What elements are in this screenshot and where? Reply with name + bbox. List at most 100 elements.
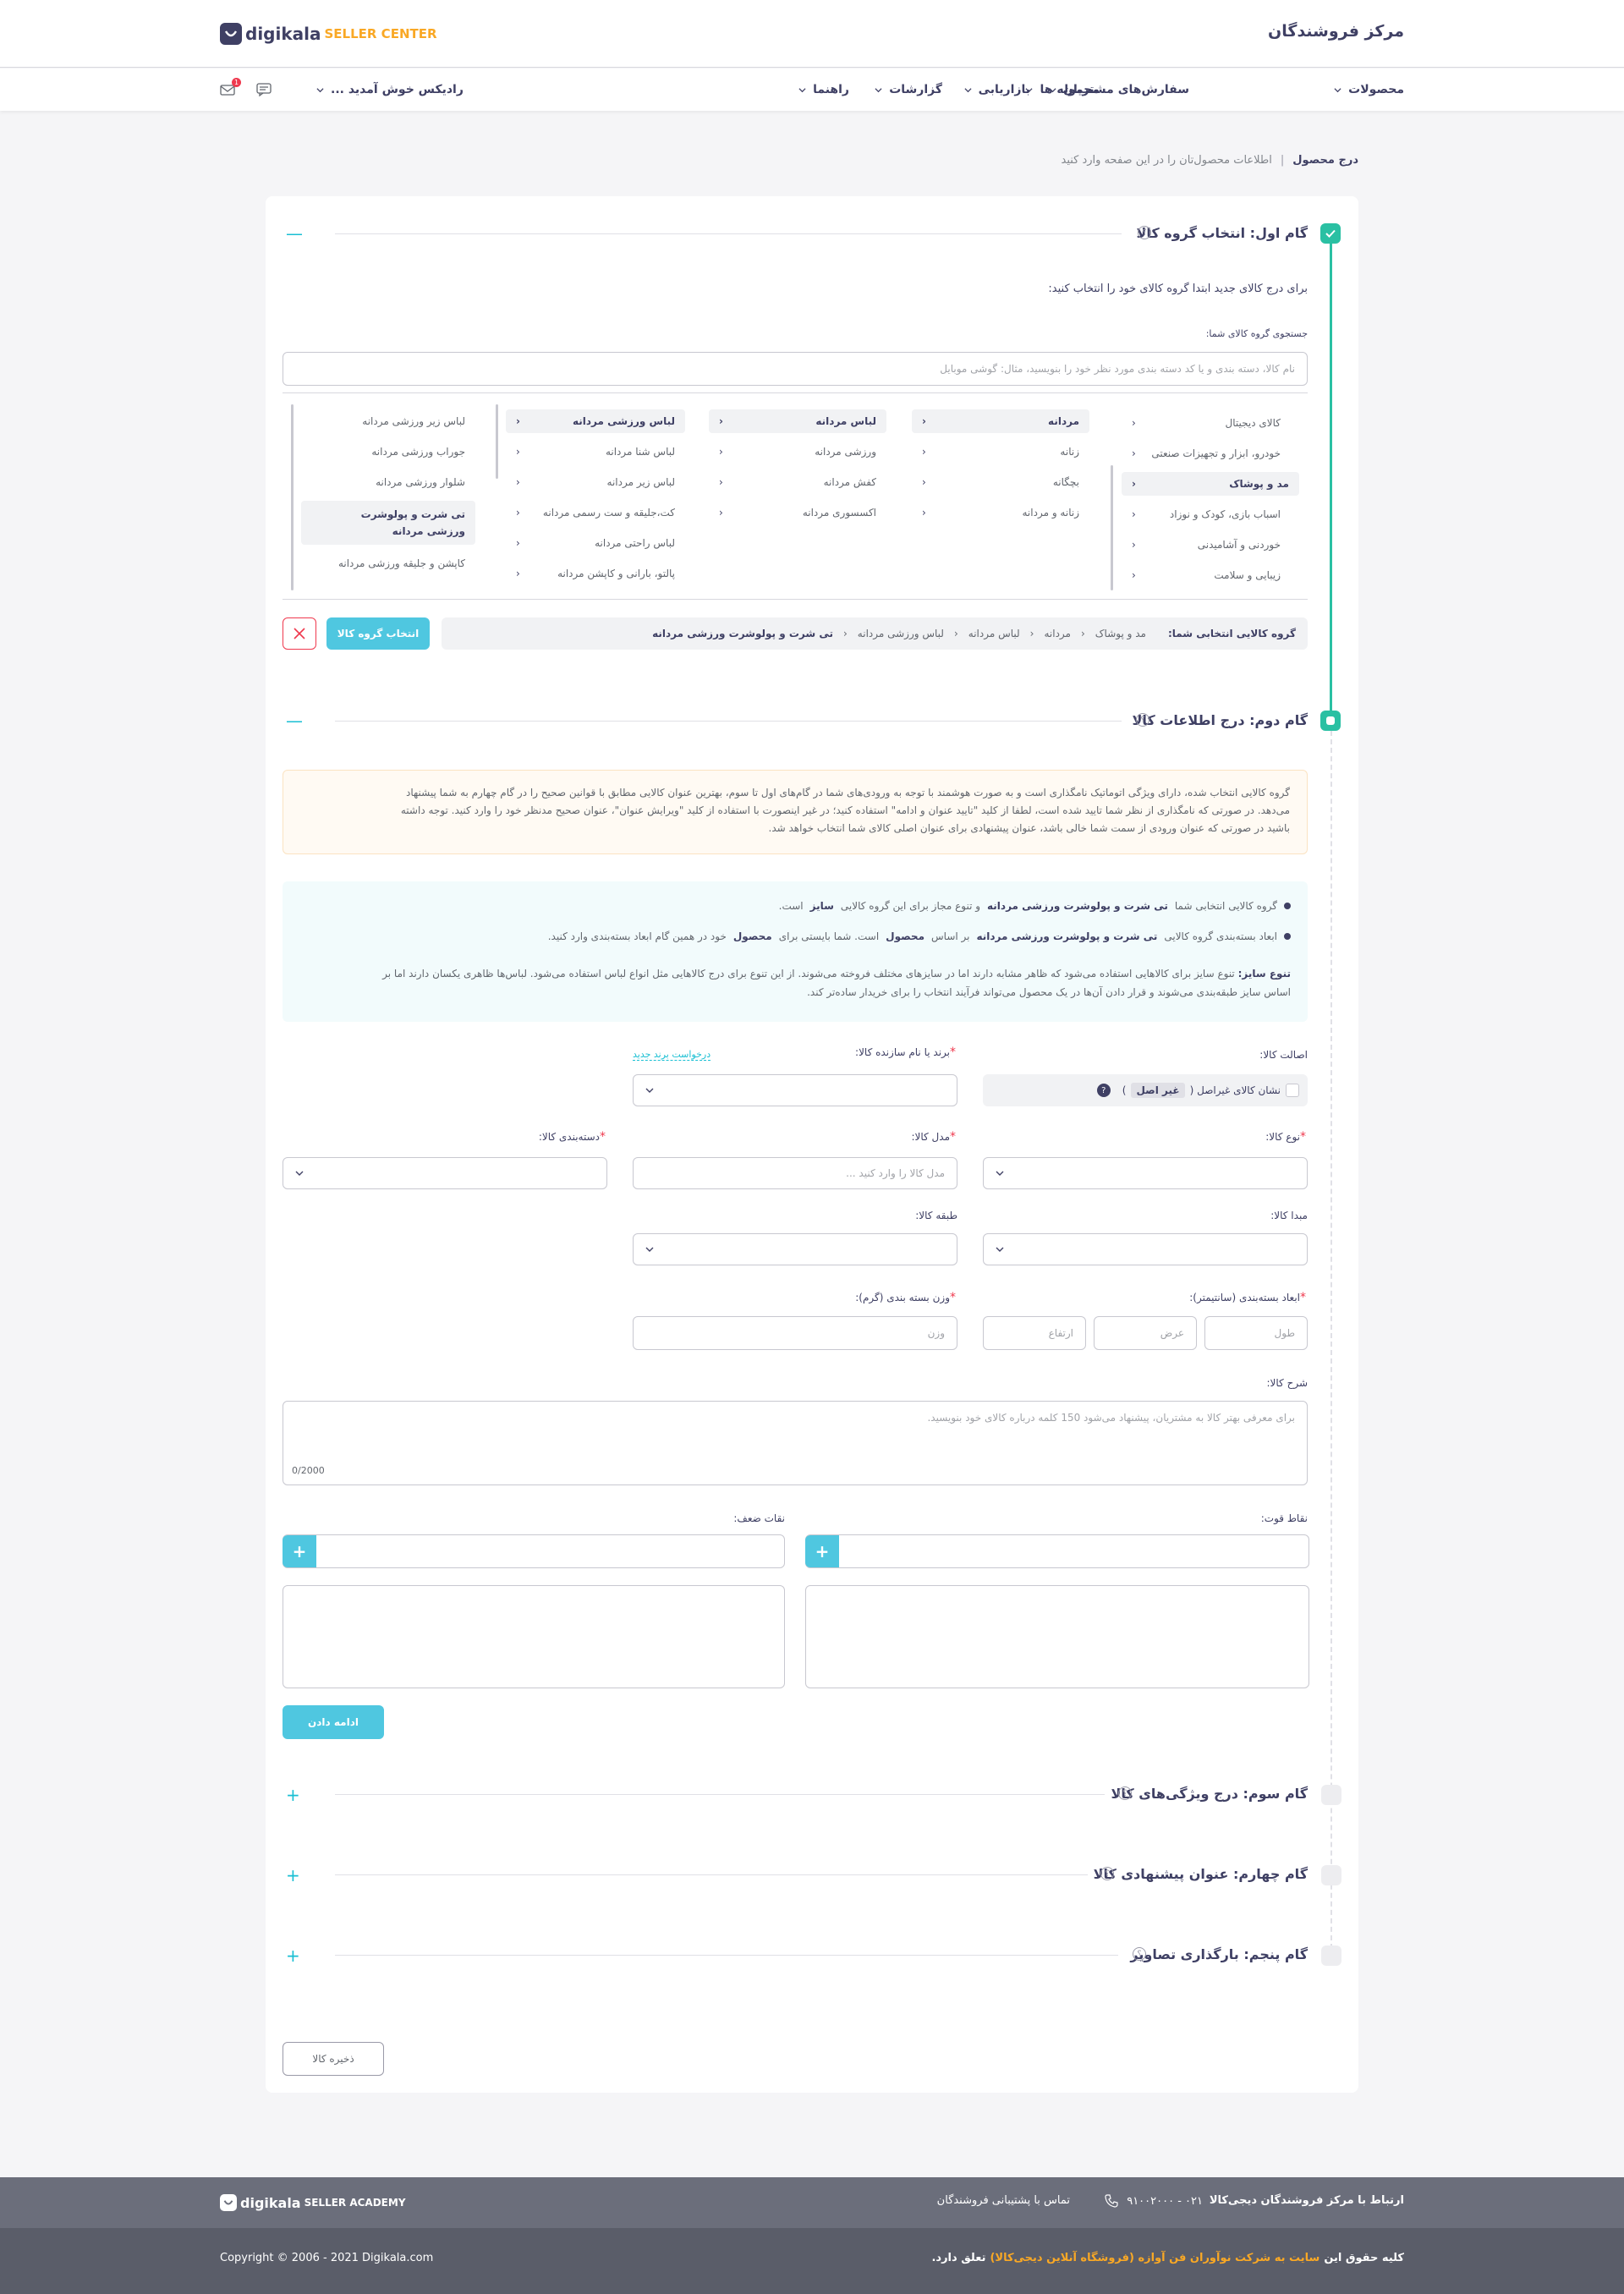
- category-option[interactable]: لباس شنا مردانه ‹: [506, 440, 685, 464]
- category-option-label: زیبایی و سلامت: [1214, 569, 1281, 581]
- description-textarea[interactable]: برای معرفی بهتر کالا به مشتریان، پیشنهاد…: [283, 1401, 1308, 1485]
- footer-support-link[interactable]: تماس با پشتیبانی فروشندگان: [937, 2194, 1070, 2207]
- category-option[interactable]: لباس زیر مردانه ‹: [506, 470, 685, 494]
- nav-item-reports[interactable]: گزارشات: [875, 69, 942, 111]
- category-option[interactable]: خودرو، ابزار و تجهیزات صنعتی ‹: [1122, 442, 1291, 465]
- welcome-menu[interactable]: رادیکس خوش آمدید ...: [316, 69, 464, 111]
- seller-center-logo[interactable]: digikala SELLER CENTER: [220, 22, 437, 46]
- fake-product-toggle[interactable]: نشان کالای غیراصل ( غیر اصل ) ?: [983, 1074, 1308, 1106]
- category-option[interactable]: زنانه و مردانه ‹: [912, 501, 1089, 524]
- category-option-selected[interactable]: تی شرت و پولوشرت ورزشی مردانه: [301, 501, 475, 545]
- category-option[interactable]: لباس راحتی مردانه ‹: [506, 531, 685, 555]
- step2-collapse-button[interactable]: —: [286, 712, 303, 729]
- category-column-4-scrollbar[interactable]: [496, 404, 498, 479]
- chevron-left-icon: ‹: [719, 415, 723, 427]
- category-option[interactable]: شلوار ورزشی مردانه: [301, 470, 475, 494]
- category-option[interactable]: جوراب ورزشی مردانه: [301, 440, 475, 464]
- class-select[interactable]: [633, 1233, 957, 1265]
- nav-item-products[interactable]: محصولات: [1334, 69, 1404, 111]
- category-option-selected[interactable]: مردانه ‹: [912, 409, 1089, 433]
- step3-expand-button[interactable]: +: [286, 1786, 300, 1803]
- dimensions-label: *ابعاد بسته‌بندی (سانتیمتر):: [1189, 1291, 1308, 1304]
- weight-label: *وزن بسته بندی (گرم):: [855, 1291, 957, 1304]
- step1-help-icon[interactable]: ؟: [1138, 226, 1151, 239]
- category-option[interactable]: بچگانه ‹: [912, 470, 1089, 494]
- add-strength-button[interactable]: +: [805, 1535, 839, 1567]
- seller-academy-logo[interactable]: digikala SELLER ACADEMY: [220, 2192, 406, 2213]
- save-product-button[interactable]: ذخیره کالا: [283, 2042, 384, 2076]
- fake-product-help-icon[interactable]: ?: [1096, 1084, 1111, 1097]
- clear-category-button[interactable]: [283, 617, 316, 650]
- origin-select[interactable]: [983, 1233, 1308, 1265]
- category-search-placeholder: نام کالا، دسته بندی و یا کد دسته بندی مو…: [940, 363, 1295, 375]
- step5-expand-button[interactable]: +: [286, 1947, 300, 1964]
- category-option[interactable]: زنانه ‹: [912, 440, 1089, 464]
- brand-select[interactable]: [633, 1074, 957, 1106]
- category-option-selected[interactable]: لباس مردانه ‹: [709, 409, 886, 433]
- category-option[interactable]: کفش مردانه ‹: [709, 470, 886, 494]
- weakness-input[interactable]: +: [283, 1534, 785, 1568]
- category-option-label: اسباب بازی، کودک و نوزاد: [1169, 508, 1281, 520]
- chevron-left-icon: ‹: [1132, 447, 1136, 459]
- info-text-bold: محصول: [732, 930, 772, 942]
- category-option[interactable]: زیبایی و سلامت ‹: [1122, 563, 1291, 587]
- timeline-active-line: [1330, 233, 1332, 721]
- category-option[interactable]: اکسسوری مردانه ‹: [709, 501, 886, 524]
- info-text-bold: تی شرت و پولوشرت ورزشی مردانه: [976, 930, 1158, 942]
- category-option-selected[interactable]: مد و پوشاک ‹: [1122, 472, 1299, 496]
- category-search-input[interactable]: نام کالا، دسته بندی و یا کد دسته بندی مو…: [283, 352, 1308, 386]
- step2-help-icon[interactable]: ؟: [1136, 713, 1149, 727]
- step1-collapse-button[interactable]: —: [286, 225, 303, 242]
- footer-phone[interactable]: ۰۲۱ - ۹۱۰۰۲۰۰۰: [1105, 2194, 1203, 2208]
- type-select[interactable]: [983, 1157, 1308, 1189]
- category-option-label: کاپشن و جلیقه ورزشی مردانه: [337, 557, 465, 569]
- category-option[interactable]: اسباب بازی، کودک و نوزاد ‹: [1122, 502, 1291, 526]
- category-option[interactable]: خوردنی و آشامیدنی ‹: [1122, 533, 1291, 557]
- length-input[interactable]: طول: [1204, 1316, 1308, 1350]
- category-option[interactable]: کت،جلیقه و ست رسمی مردانه ‹: [506, 501, 685, 524]
- category-option-label: زنانه و مردانه: [1022, 507, 1080, 519]
- weight-input[interactable]: وزن: [633, 1316, 957, 1350]
- chevron-left-icon: ‹: [719, 476, 723, 488]
- category-option[interactable]: لباس زیر ورزشی مردانه: [301, 409, 475, 433]
- bullet-icon: [1284, 933, 1291, 940]
- step4-help-icon[interactable]: ؟: [1100, 1867, 1114, 1880]
- category-select[interactable]: [283, 1157, 607, 1189]
- messages-button[interactable]: [255, 82, 272, 97]
- nav-item-shipments[interactable]: محموله ها: [1025, 69, 1100, 111]
- chevron-down-icon: [798, 87, 806, 92]
- continue-button[interactable]: ادامه دادن: [283, 1705, 384, 1739]
- required-mark: *: [950, 1045, 956, 1059]
- brand-request-link[interactable]: درخواست برند جدید: [633, 1049, 711, 1061]
- model-label: *مدل کالا:: [911, 1130, 957, 1144]
- step5-help-icon[interactable]: ؟: [1133, 1947, 1146, 1961]
- category-option-label: پالتو، بارانی و کاپشن مردانه: [557, 568, 675, 579]
- add-weakness-button[interactable]: +: [283, 1535, 316, 1567]
- brand-label-text: برند یا نام سازنده کالا:: [855, 1046, 950, 1058]
- category-column-1-scrollbar[interactable]: [1111, 465, 1113, 590]
- width-input[interactable]: عرض: [1094, 1316, 1197, 1350]
- nav-item-marketing[interactable]: بازاریابی: [964, 69, 1030, 111]
- category-option[interactable]: کاپشن و جلیقه ورزشی مردانه: [301, 552, 475, 575]
- mail-button[interactable]: 1: [220, 78, 241, 96]
- category-label: *دسته‌بندی کالا:: [539, 1130, 607, 1144]
- info-text: گروه کالایی انتخابی شما: [1174, 900, 1277, 912]
- category-column-5-scrollbar[interactable]: [291, 404, 294, 590]
- rights-company-link[interactable]: سایت به شرکت نوآوران فن آوازه (فروشگاه آ…: [990, 2252, 1320, 2264]
- strength-input[interactable]: +: [805, 1534, 1309, 1568]
- model-input[interactable]: مدل کالا را وارد کنید ...: [633, 1157, 957, 1189]
- category-option-label: شلوار ورزشی مردانه: [376, 476, 465, 488]
- select-category-button[interactable]: انتخاب گروه کالا: [326, 617, 430, 650]
- category-option[interactable]: پالتو، بارانی و کاپشن مردانه ‹: [506, 562, 685, 585]
- height-input[interactable]: ارتفاع: [983, 1316, 1086, 1350]
- category-column-2: مردانه ‹ زنانه ‹ بچگانه ‹ زنانه و مردانه ‹: [912, 403, 1089, 590]
- academy-logo-sub: SELLER ACADEMY: [304, 2197, 406, 2209]
- category-option-selected[interactable]: لباس ورزشی مردانه ‹: [506, 409, 685, 433]
- step4-expand-button[interactable]: +: [286, 1867, 300, 1884]
- category-option[interactable]: کالای دیجیتال ‹: [1122, 411, 1291, 435]
- chevron-down-icon: [996, 1247, 1004, 1252]
- category-option[interactable]: ورزشی مردانه ‹: [709, 440, 886, 464]
- step3-help-icon[interactable]: ؟: [1118, 1786, 1132, 1800]
- fake-product-checkbox[interactable]: [1286, 1084, 1299, 1097]
- nav-item-help[interactable]: راهنما: [798, 69, 849, 111]
